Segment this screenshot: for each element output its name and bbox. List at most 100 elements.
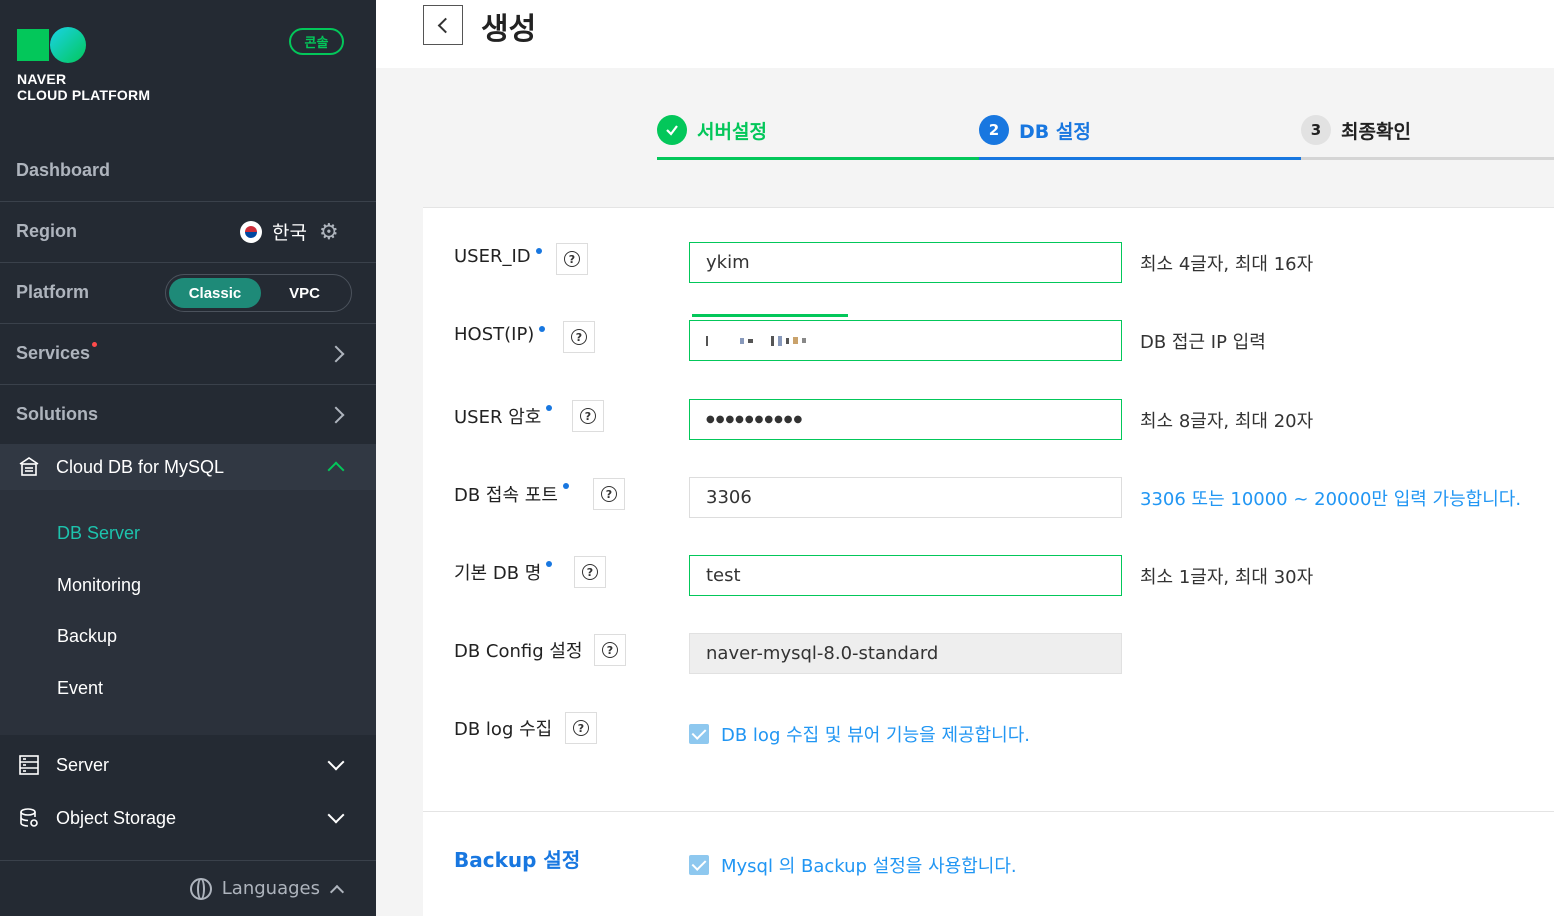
platform-option-classic[interactable]: Classic [169,278,261,308]
notification-dot [92,342,98,347]
platform-label: Platform [16,282,90,302]
help-icon[interactable]: ? [594,634,626,666]
chevron-left-icon [437,17,453,33]
form-row-host: HOST(IP) ? DB 접근 IP 입력 [423,320,1554,361]
step-final-confirm[interactable]: 3 최종확인 [1301,112,1554,160]
required-dot [562,483,569,489]
form-row-user-id: USER_ID ? ykim 최소 4글자, 최대 16자 [423,242,1554,283]
gear-icon[interactable]: ⚙ [319,219,339,245]
backup-settings-section: Backup 설정 Mysql 의 Backup 설정을 사용합니다. [423,811,1554,916]
chevron-right-icon [327,345,345,362]
sidebar-item-label: Cloud DB for MySQL [56,456,225,477]
field-label: USER_ID [454,246,542,267]
form-row-db-log: DB log 수집 ? DB log 수집 및 뷰어 기능을 제공합니다. [423,711,1554,751]
sidebar-item-platform: Platform Classic VPC [0,262,376,322]
page-header: 생성 [376,0,1554,68]
form-row-port: DB 접속 포트 ? 3306 3306 또는 10000 ~ 20000만 입… [423,477,1554,518]
field-hint: 3306 또는 10000 ~ 20000만 입력 가능합니다. [1140,489,1522,510]
step-label: 서버설정 [697,120,767,143]
field-label: USER 암호 [454,403,553,429]
backup-checkbox[interactable] [689,855,709,875]
sidebar-item-label: Solutions [16,404,98,424]
globe-icon [189,877,212,900]
field-hint: 최소 4글자, 최대 16자 [1140,254,1314,275]
sidebar-item-label: Services [16,343,91,363]
region-label: Region [16,221,77,241]
form-row-db-name: 기본 DB 명 ? test 최소 1글자, 최대 30자 [423,555,1554,596]
region-value[interactable]: 한국 [272,218,307,245]
server-icon [16,752,42,778]
sidebar-item-label: Object Storage [56,807,177,828]
db-port-input[interactable]: 3306 [689,477,1122,518]
sidebar-item-server[interactable]: Server [0,739,376,791]
required-dot [546,405,553,411]
submenu-item-event[interactable]: Event [57,678,103,699]
field-label: HOST(IP) [454,324,546,345]
sidebar-item-label: Dashboard [16,159,111,180]
page-title: 생성 [481,12,537,47]
submenu-item-db-server[interactable]: DB Server [57,523,140,544]
sidebar-item-solutions[interactable]: Solutions [0,384,376,444]
help-icon[interactable]: ? [572,400,604,432]
user-password-input[interactable]: ●●●●●●●●●● [689,399,1122,440]
platform-option-vpc[interactable]: VPC [261,278,348,308]
required-dot [535,248,542,254]
form-row-password: USER 암호 ? ●●●●●●●●●● 최소 8글자, 최대 20자 [423,399,1554,440]
step-label: 최종확인 [1341,120,1411,143]
chevron-up-icon [327,461,345,479]
sidebar-item-dashboard[interactable]: Dashboard [0,140,376,200]
field-hint: 최소 8글자, 최대 20자 [1140,411,1314,432]
step-number: 3 [1301,115,1331,145]
chevron-down-icon [327,753,345,771]
step-server-settings[interactable]: 서버설정 [657,112,979,160]
field-hint: DB 접근 IP 입력 [1140,332,1266,353]
languages-selector[interactable]: Languages [0,860,376,916]
help-icon[interactable]: ? [565,712,597,744]
submenu-item-monitoring[interactable]: Monitoring [57,575,141,596]
step-label: DB 설정 [1019,120,1091,143]
chevron-right-icon [327,406,345,423]
sidebar-item-services[interactable]: Services [0,323,376,383]
cloud-db-submenu: DB Server Monitoring Backup Event [0,490,376,735]
required-dot [539,326,546,332]
database-icon [16,454,42,480]
db-log-checkbox[interactable] [689,724,709,744]
storage-icon [16,805,42,831]
logo-text-naver: NAVER [17,71,67,87]
step-underline [657,157,979,160]
back-button[interactable] [423,5,463,45]
platform-toggle[interactable]: Classic VPC [165,274,352,312]
db-config-field: naver-mysql-8.0-standard [689,633,1122,674]
form-row-db-config: DB Config 설정 ? naver-mysql-8.0-standard [423,633,1554,674]
help-icon[interactable]: ? [556,243,588,275]
section-title: Backup 설정 [454,848,581,872]
help-icon[interactable]: ? [563,321,595,353]
required-dot [546,561,553,567]
default-db-name-input[interactable]: test [689,555,1122,596]
backup-checkbox-row[interactable]: Mysql 의 Backup 설정을 사용합니다. [689,852,1017,878]
step-number: 2 [979,115,1009,145]
db-log-checkbox-row[interactable]: DB log 수집 및 뷰어 기능을 제공합니다. [689,721,1030,747]
user-id-input[interactable]: ykim [689,242,1122,283]
sidebar-item-label: Server [56,754,110,775]
field-label: DB Config 설정 [454,641,583,662]
help-icon[interactable]: ? [593,478,625,510]
host-ip-input[interactable] [689,320,1122,361]
sidebar: NAVER CLOUD PLATFORM 콘솔 Dashboard Region… [0,0,376,916]
submenu-item-backup[interactable]: Backup [57,626,117,647]
naver-cloud-logo[interactable]: NAVER CLOUD PLATFORM [17,27,150,103]
field-label: DB log 수집 [454,719,553,740]
sidebar-item-cloud-db-mysql[interactable]: Cloud DB for MySQL [0,444,376,490]
field-hint: 최소 1글자, 최대 30자 [1140,567,1314,588]
step-db-settings[interactable]: 2 DB 설정 [979,112,1301,160]
step-underline [979,157,1301,160]
chevron-down-icon [327,806,345,824]
loading-progress-bar [692,314,848,317]
sidebar-item-object-storage[interactable]: Object Storage [0,792,376,844]
step-underline [1301,157,1554,160]
check-icon [657,115,687,145]
console-badge[interactable]: 콘솔 [289,28,344,55]
help-icon[interactable]: ? [574,556,606,588]
logo-mark-icon [17,27,150,63]
languages-label: Languages [221,878,320,899]
